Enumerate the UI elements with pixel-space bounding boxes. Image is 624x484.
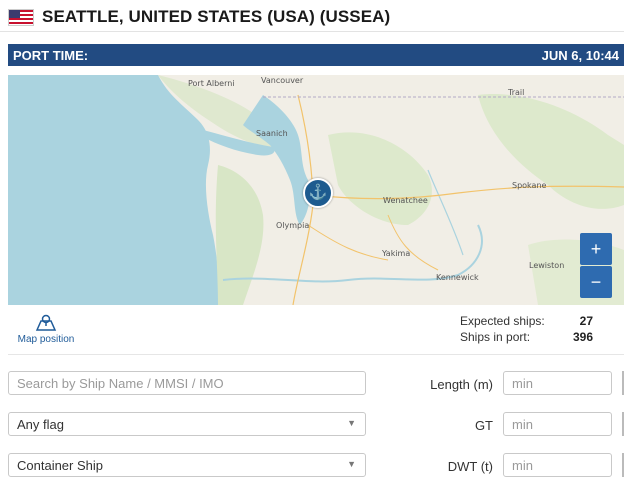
page-header: SEATTLE, UNITED STATES (USA) (USSEA) <box>8 6 390 28</box>
map-pin-icon <box>35 314 57 331</box>
port-time-label: PORT TIME: <box>13 48 89 63</box>
map-label-trail: Trail <box>508 88 525 97</box>
map-label-saanich: Saanich <box>256 129 288 138</box>
port-time-bar: PORT TIME: JUN 6, 10:44 <box>8 44 624 66</box>
length-min-input[interactable] <box>504 372 611 394</box>
ship-search-field[interactable] <box>8 371 366 395</box>
chevron-down-icon: ▼ <box>347 418 356 428</box>
header-divider <box>0 31 624 32</box>
dwt-min-input[interactable] <box>504 454 611 476</box>
length-label: Length (m) <box>430 377 493 392</box>
map-label-kennewick: Kennewick <box>436 273 479 282</box>
gt-label: GT <box>474 418 493 433</box>
length-min-field[interactable] <box>503 371 612 395</box>
gt-min-field[interactable] <box>503 412 612 436</box>
map-label-olympia: Olympia <box>276 221 310 230</box>
expected-ships-value: 27 <box>579 314 593 328</box>
section-divider <box>8 354 624 355</box>
flag-select-value: Any flag <box>17 417 64 432</box>
page-title: SEATTLE, UNITED STATES (USA) (USSEA) <box>42 7 391 26</box>
zoom-out-button[interactable]: − <box>580 266 612 298</box>
port-time-value: JUN 6, 10:44 <box>541 48 619 63</box>
chevron-down-icon: ▼ <box>347 459 356 469</box>
port-map[interactable]: Port Alberni Vancouver Trail Saanich Spo… <box>8 75 624 305</box>
ship-type-select-value: Container Ship <box>17 458 103 473</box>
expected-ships-label: Expected ships: <box>460 314 545 328</box>
dwt-min-field[interactable] <box>503 453 612 477</box>
flag-select[interactable]: Any flag ▼ <box>8 412 366 436</box>
ships-in-port-value: 396 <box>572 330 593 344</box>
map-position-label: Map position <box>17 334 75 345</box>
ships-in-port-label: Ships in port: <box>460 330 531 344</box>
dwt-label: DWT (t) <box>447 459 493 474</box>
map-label-lewiston: Lewiston <box>529 261 565 270</box>
us-flag-icon <box>8 8 34 26</box>
ship-search-input[interactable] <box>9 372 365 394</box>
anchor-icon[interactable]: ⚓ <box>303 178 333 208</box>
map-position-button[interactable]: Map position <box>14 314 78 345</box>
map-label-spokane: Spokane <box>512 181 547 190</box>
zoom-in-button[interactable]: + <box>580 233 612 265</box>
gt-min-input[interactable] <box>504 413 611 435</box>
map-label-vancouver: Vancouver <box>261 76 304 85</box>
map-label-wenatchee: Wenatchee <box>383 196 428 205</box>
map-label-port-alberni: Port Alberni <box>188 79 235 88</box>
map-label-yakima: Yakima <box>382 249 411 258</box>
ship-type-select[interactable]: Container Ship ▼ <box>8 453 366 477</box>
port-stats: Expected ships: 27 Ships in port: 396 <box>460 314 593 346</box>
